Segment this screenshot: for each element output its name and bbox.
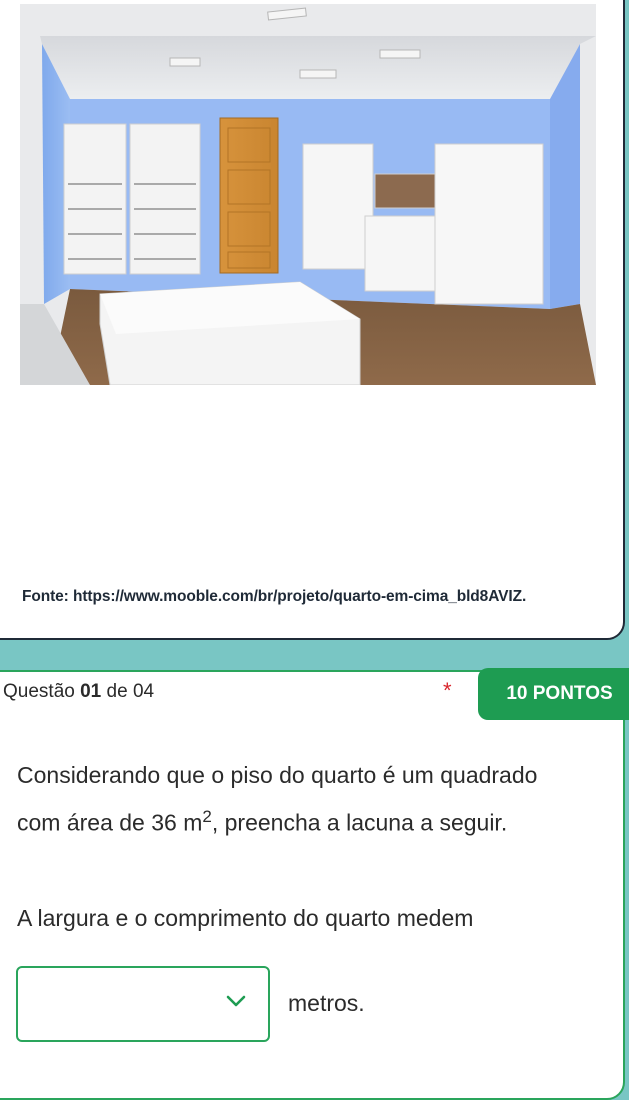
question-statement: Considerando que o piso do quarto é um q… bbox=[17, 755, 577, 844]
question-text-part-2: , preencha a lacuna a seguir. bbox=[211, 809, 508, 836]
question-number: 01 bbox=[80, 681, 102, 702]
image-source-caption: Fonte: https://www.mooble.com/br/projeto… bbox=[22, 588, 527, 605]
chevron-down-icon bbox=[226, 995, 246, 1007]
unit-label: metros. bbox=[288, 990, 365, 1016]
bedroom-illustration bbox=[20, 4, 596, 385]
points-badge: 10 PONTOS bbox=[478, 668, 629, 720]
question-counter: Questão 01 de 04 bbox=[3, 681, 154, 703]
question-prefix: Questão bbox=[3, 681, 75, 702]
answer-sentence: A largura e o comprimento do quarto mede… bbox=[17, 905, 474, 931]
required-marker: * bbox=[443, 678, 452, 703]
answer-dropdown[interactable] bbox=[16, 966, 270, 1042]
question-total: de 04 bbox=[106, 681, 155, 702]
unit-superscript: 2 bbox=[202, 807, 212, 826]
